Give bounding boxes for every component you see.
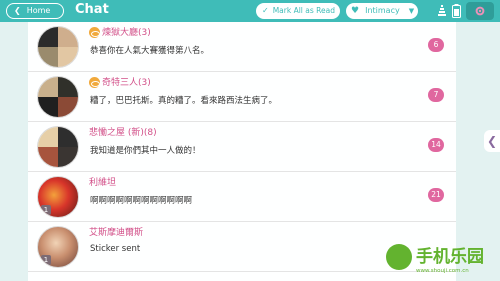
sort-label: Intimacy: [365, 6, 400, 15]
chat-name: 奇特三人(3): [89, 75, 151, 88]
group-avatar: [37, 76, 79, 118]
settings-button[interactable]: [466, 2, 494, 20]
battery-icon: [452, 4, 461, 18]
watermark-text: 手机乐园: [416, 247, 484, 267]
chat-last-message: Sticker sent: [90, 244, 141, 254]
chat-last-message: 啊啊啊啊啊啊啊啊啊啊啊啊: [90, 196, 193, 206]
side-panel-toggle[interactable]: ❮: [484, 130, 500, 152]
chevron-left-icon: ❮: [14, 6, 21, 15]
eye-icon: [89, 27, 100, 38]
home-button[interactable]: ❮ Home: [6, 3, 64, 19]
chat-name: 艾斯摩迪爾斯: [89, 228, 144, 238]
mark-all-read-label: Mark All as Read: [272, 6, 335, 15]
checkmark-icon: ✓: [262, 6, 269, 15]
level-badge: 1: [41, 255, 51, 265]
character-avatar: 1: [37, 176, 79, 218]
chevron-down-icon: ▼: [408, 7, 415, 15]
home-label: Home: [26, 6, 51, 15]
wifi-icon: [438, 5, 446, 16]
watermark-url: www.shouji.com.cn: [416, 268, 469, 274]
page-title: Chat: [75, 2, 109, 17]
chat-name: 利維坦: [89, 178, 117, 188]
level-badge: 1: [41, 205, 51, 215]
chat-last-message: 恭喜你在人氣大賽獲得第八名。: [90, 46, 210, 56]
chat-row[interactable]: 1 利維坦 啊啊啊啊啊啊啊啊啊啊啊啊 21: [28, 172, 456, 222]
chat-row[interactable]: 煉獄大廳(3) 恭喜你在人氣大賽獲得第八名。 6: [28, 22, 456, 72]
group-avatar: [37, 26, 79, 68]
heart-icon: ♥: [351, 6, 360, 16]
unread-count-badge: 6: [428, 38, 444, 52]
unread-count-badge: 7: [428, 88, 444, 102]
chevron-left-icon: ❮: [486, 134, 498, 148]
chat-row[interactable]: 悲慟之屋 (新)(8) 我知道是你們其中一人做的！ 14: [28, 122, 456, 172]
watermark-logo-icon: [386, 244, 412, 270]
chat-last-message: 我知道是你們其中一人做的！: [90, 146, 201, 156]
eye-icon: [89, 77, 100, 88]
chat-row[interactable]: 奇特三人(3) 糟了，巴巴托斯。真的糟了。看來路西法生病了。 7: [28, 72, 456, 122]
chat-name: 悲慟之屋 (新)(8): [89, 128, 157, 138]
sort-dropdown[interactable]: ♥ Intimacy ▼: [346, 3, 418, 19]
character-avatar: 1: [37, 226, 79, 268]
unread-count-badge: 21: [428, 188, 444, 202]
chat-last-message: 糟了，巴巴托斯。真的糟了。看來路西法生病了。: [90, 96, 278, 106]
watermark: 手机乐园 www.shouji.com.cn: [386, 240, 496, 280]
chat-name: 煉獄大廳(3): [89, 25, 151, 38]
top-bar: ❮ Home Chat ✓ Mark All as Read ♥ Intimac…: [0, 0, 500, 22]
unread-count-badge: 14: [428, 138, 444, 152]
group-avatar: [37, 126, 79, 168]
mark-all-read-button[interactable]: ✓ Mark All as Read: [256, 3, 340, 19]
gear-icon: [475, 6, 485, 16]
